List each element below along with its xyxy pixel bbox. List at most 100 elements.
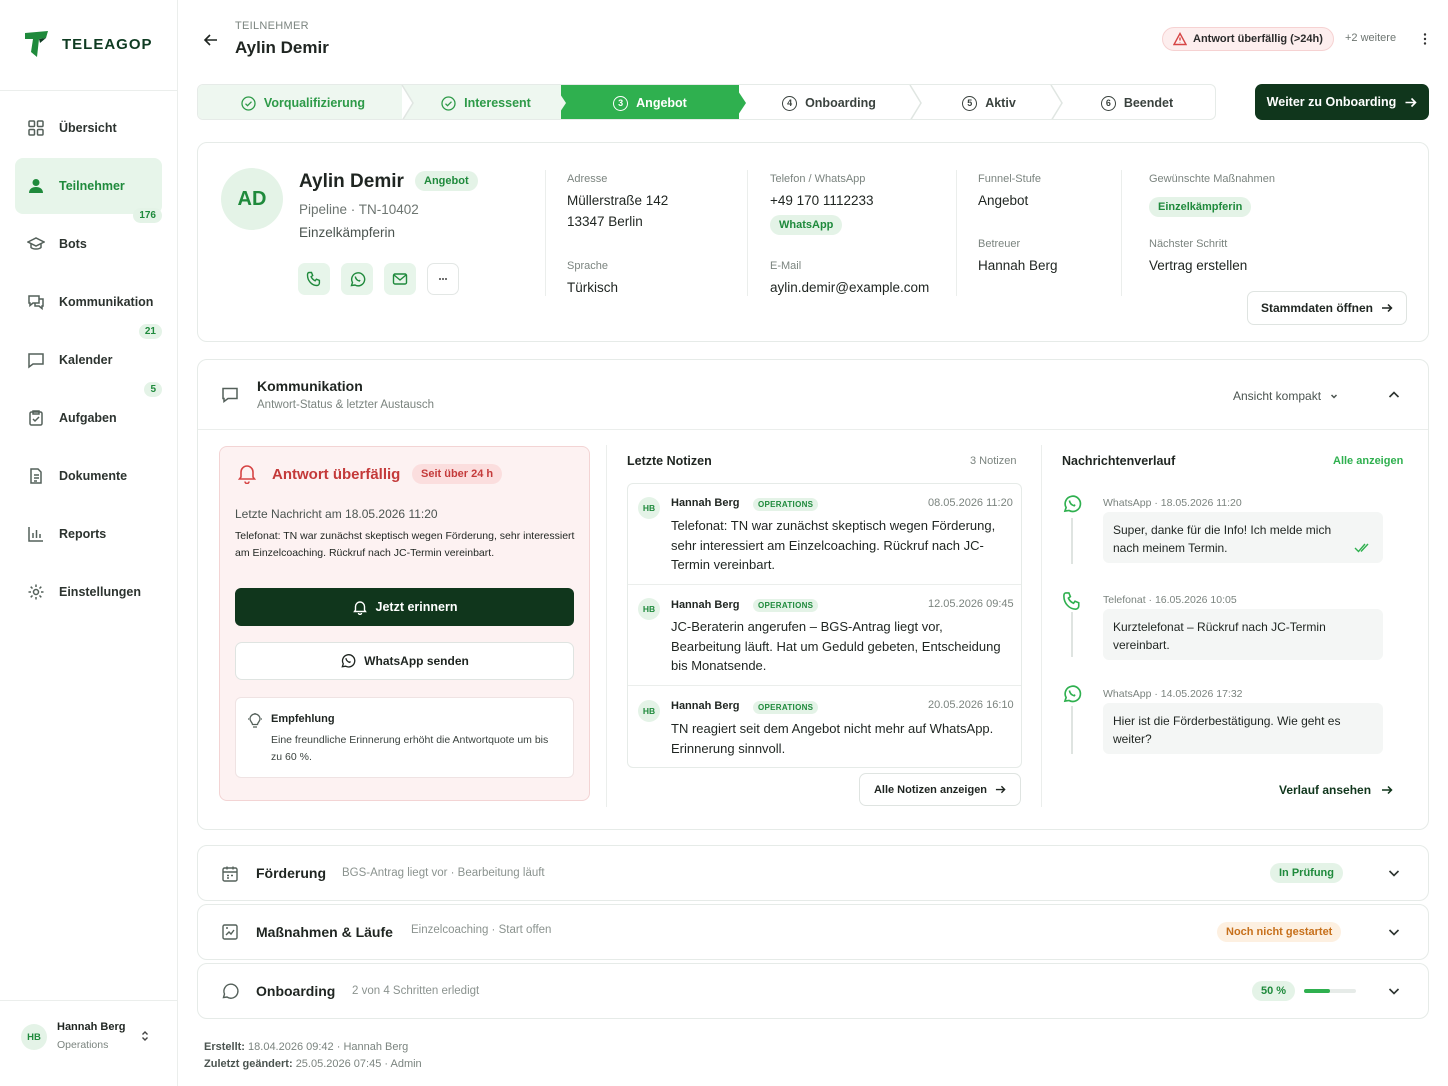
chevron-up-icon[interactable] <box>1386 387 1402 403</box>
created-label: Erstellt: <box>204 1041 245 1053</box>
mail-icon <box>392 273 408 285</box>
page-kicker: TEILNEHMER <box>235 20 309 32</box>
note-author: Hannah Berg <box>671 700 740 712</box>
message-text: Super, danke für die Info! Ich melde mic… <box>1113 523 1332 555</box>
remind-now-button[interactable]: Jetzt erinnern <box>235 588 574 626</box>
open-master-data-button[interactable]: Stammdaten öffnen <box>1247 291 1407 325</box>
message-bubble: Hier ist die Förderbestätigung. Wie geht… <box>1103 703 1383 754</box>
step-label: Angebot <box>636 96 687 110</box>
page-title: Aylin Demir <box>235 38 329 57</box>
language-label: Sprache <box>567 260 608 272</box>
send-whatsapp-button[interactable]: WhatsApp senden <box>235 642 574 680</box>
sidebar-item-uebersicht[interactable]: Übersicht <box>15 100 162 156</box>
team-badge: OPERATIONS <box>753 599 819 612</box>
sidebar-divider <box>0 90 178 91</box>
divider <box>628 685 1021 686</box>
phone-label: Telefon / WhatsApp <box>770 173 866 185</box>
progress-percent-badge: 50 % <box>1252 981 1296 1001</box>
divider <box>198 429 1428 430</box>
owner-label: Betreuer <box>978 238 1021 250</box>
divider <box>545 170 546 296</box>
participant-role: Einzelkämpferin <box>299 225 396 240</box>
clipboard-check-icon <box>29 410 43 426</box>
note-author: Hannah Berg <box>671 497 740 509</box>
gear-icon <box>28 584 44 600</box>
more-dots-icon <box>439 278 447 280</box>
next-stage-button[interactable]: Weiter zu Onboarding <box>1255 84 1429 120</box>
chevron-down-icon[interactable] <box>1386 865 1402 881</box>
sidebar-item-reports[interactable]: Reports <box>15 506 162 562</box>
step-beendet[interactable]: 6 Beendet <box>1059 85 1215 119</box>
section-subtitle: 2 von 4 Schritten erledigt <box>352 985 480 997</box>
sidebar-item-aufgaben[interactable]: Aufgaben <box>15 390 162 446</box>
step-number: 4 <box>782 95 798 111</box>
check-circle-icon <box>441 95 456 111</box>
step-aktiv[interactable]: 5 Aktiv <box>919 85 1059 119</box>
sidebar-item-kalender[interactable]: Kalender 5 <box>15 332 162 397</box>
chat-icon <box>28 295 44 311</box>
note-avatar: HB <box>638 598 660 620</box>
chevron-down-icon[interactable] <box>1386 924 1402 940</box>
sidebar-item-bots[interactable]: Bots <box>15 216 162 272</box>
brand-logo[interactable]: TELEAGOP <box>24 30 153 58</box>
step-divider <box>909 85 922 119</box>
teleagop-logo-icon <box>25 31 48 57</box>
kebab-menu-icon[interactable] <box>1418 32 1432 46</box>
brand-name: TELEAGOP <box>62 35 153 53</box>
address-line-1: Müllerstraße 142 <box>567 193 669 208</box>
show-all-link[interactable]: Alle anzeigen <box>1333 455 1403 467</box>
next-stage-label: Weiter zu Onboarding <box>1266 95 1397 109</box>
funnel-value: Angebot <box>978 193 1029 208</box>
step-onboarding[interactable]: 4 Onboarding <box>739 85 919 119</box>
sidebar-item-label: Aufgaben <box>59 411 117 425</box>
measures-label: Gewünschte Maßnahmen <box>1149 173 1275 185</box>
arrow-right-icon <box>1382 785 1393 795</box>
sidebar-item-einstellungen[interactable]: Einstellungen <box>15 564 162 620</box>
last-message-text: Telefonat: TN war zunächst skeptisch weg… <box>235 530 575 559</box>
divider <box>628 584 1021 585</box>
progress-fill <box>1304 989 1330 993</box>
step-divider <box>1050 85 1063 119</box>
sidebar-item-dokumente[interactable]: Dokumente <box>15 448 162 504</box>
overdue-alert-badge[interactable]: Antwort überfällig (>24h) <box>1162 27 1334 51</box>
message-text: Hier ist die Förderbestätigung. Wie geht… <box>1113 714 1341 746</box>
chevron-down-icon[interactable] <box>1386 983 1402 999</box>
message-bubble: Super, danke für die Info! Ich melde mic… <box>1103 512 1383 563</box>
divider <box>606 445 607 807</box>
sidebar-item-kommunikation[interactable]: Kommunikation 21 <box>15 274 162 339</box>
sidebar-item-label: Dokumente <box>59 469 128 483</box>
whatsapp-button[interactable] <box>341 263 373 295</box>
email-value[interactable]: aylin.demir@example.com <box>770 277 929 298</box>
note-time: 20.05.2026 16:10 <box>928 699 1014 711</box>
whatsapp-icon <box>1063 495 1082 513</box>
communication-title: Kommunikation <box>257 378 363 394</box>
step-interessent[interactable]: Interessent <box>408 85 564 119</box>
whatsapp-icon <box>341 654 356 668</box>
more-actions-button[interactable] <box>427 263 459 295</box>
button-label: Stammdaten öffnen <box>1260 301 1373 315</box>
arrow-right-icon <box>1382 303 1393 313</box>
call-button[interactable] <box>298 263 330 295</box>
view-history-link[interactable]: Verlauf ansehen <box>1279 783 1393 797</box>
back-arrow-icon[interactable] <box>202 31 220 49</box>
step-label: Aktiv <box>985 96 1016 110</box>
section-title: Maßnahmen & Läufe <box>256 924 393 940</box>
sidebar-item-teilnehmer[interactable]: Teilnehmer 176 <box>15 158 162 223</box>
email-button[interactable] <box>384 263 416 295</box>
more-alerts-link[interactable]: +2 weitere <box>1345 32 1396 44</box>
communication-subtitle: Antwort-Status & letzter Austausch <box>257 399 435 411</box>
divider <box>747 170 748 296</box>
check-circle-icon <box>241 95 256 111</box>
divider <box>1041 445 1042 807</box>
phone-value[interactable]: +49 170 1112233 <box>770 190 873 211</box>
step-angebot[interactable]: 3 Angebot <box>561 85 739 119</box>
step-vorqualifizierung[interactable]: Vorqualifizierung <box>198 85 408 119</box>
message-text: Kurztelefonat – Rückruf nach JC-Termin v… <box>1113 620 1326 652</box>
chevron-up-down-icon[interactable] <box>139 1030 151 1042</box>
view-mode-select[interactable]: Ansicht kompakt <box>1233 389 1339 403</box>
changed-value: 25.05.2026 07:45 · Admin <box>295 1058 422 1070</box>
step-label: Onboarding <box>805 96 876 110</box>
note-text: JC-Beraterin angerufen – BGS-Antrag lieg… <box>671 619 1001 673</box>
all-notes-button[interactable]: Alle Notizen anzeigen <box>859 773 1021 806</box>
owner-value: Hannah Berg <box>978 258 1058 273</box>
